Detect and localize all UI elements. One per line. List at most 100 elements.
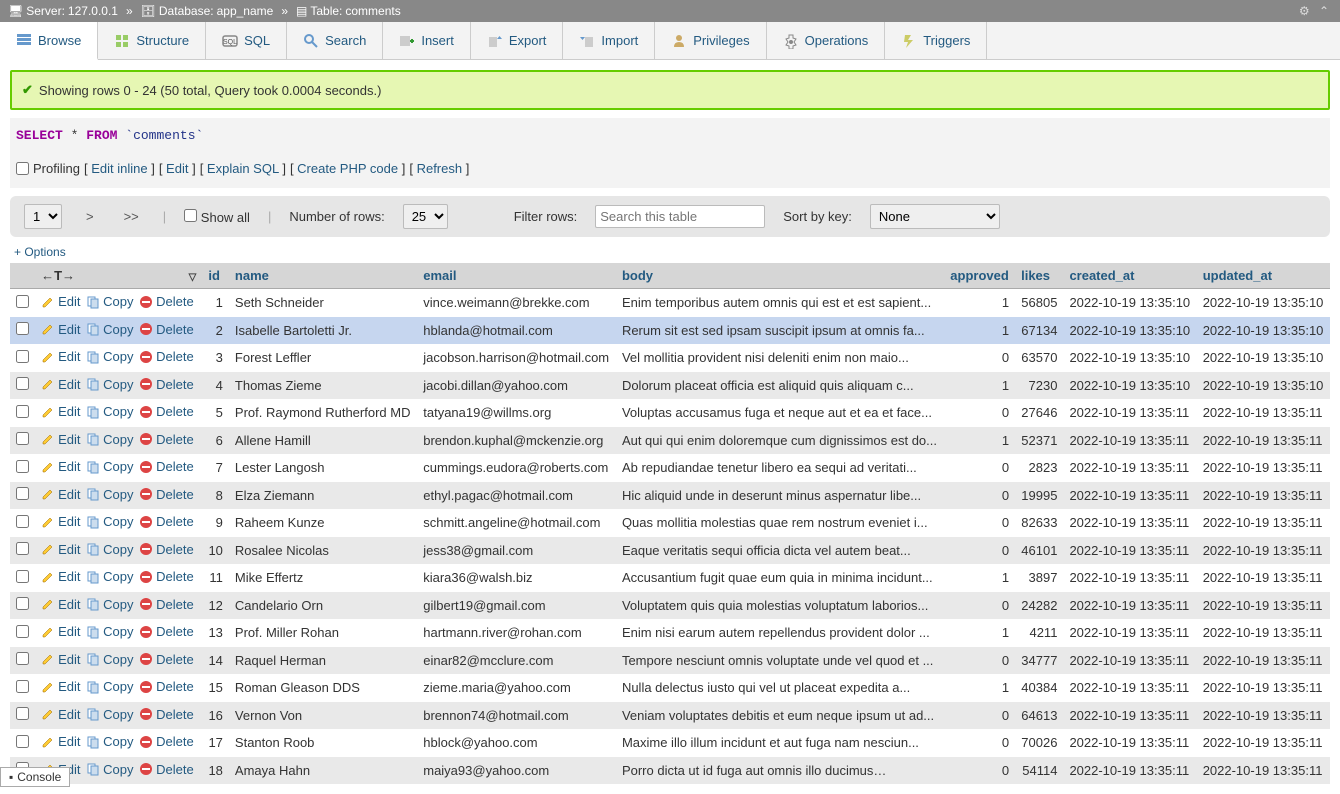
tab-triggers[interactable]: Triggers: [885, 22, 987, 59]
table-row[interactable]: Edit Copy Delete10Rosalee Nicolasjess38@…: [10, 537, 1330, 565]
create-php-link[interactable]: Create PHP code: [297, 161, 398, 176]
breadcrumb-database[interactable]: 🗄 Database: app_name: [141, 4, 274, 18]
row-checkbox[interactable]: [16, 432, 29, 445]
row-copy-link[interactable]: Copy: [86, 707, 133, 722]
page-select[interactable]: 1: [24, 204, 62, 229]
col-email[interactable]: email: [417, 263, 616, 289]
tab-import[interactable]: Import: [563, 22, 655, 59]
tab-search[interactable]: Search: [287, 22, 383, 59]
tab-browse[interactable]: Browse: [0, 22, 98, 60]
tab-sql[interactable]: SQLSQL: [206, 22, 287, 59]
col-body[interactable]: body: [616, 263, 944, 289]
table-row[interactable]: Edit Copy Delete1Seth Schneidervince.wei…: [10, 289, 1330, 317]
table-row[interactable]: Edit Copy Delete18Amaya Hahnmaiya93@yaho…: [10, 757, 1330, 785]
row-edit-link[interactable]: Edit: [41, 707, 80, 722]
row-copy-link[interactable]: Copy: [86, 432, 133, 447]
collapse-icon[interactable]: ⌃: [1316, 4, 1332, 18]
table-row[interactable]: Edit Copy Delete8Elza Ziemannethyl.pagac…: [10, 482, 1330, 510]
tab-structure[interactable]: Structure: [98, 22, 206, 59]
row-edit-link[interactable]: Edit: [41, 459, 80, 474]
row-copy-link[interactable]: Copy: [86, 404, 133, 419]
col-created-at[interactable]: created_at: [1063, 263, 1196, 289]
tab-operations[interactable]: Operations: [767, 22, 886, 59]
row-delete-link[interactable]: Delete: [139, 652, 194, 667]
row-delete-link[interactable]: Delete: [139, 597, 194, 612]
row-copy-link[interactable]: Copy: [86, 652, 133, 667]
table-row[interactable]: Edit Copy Delete6Allene Hamillbrendon.ku…: [10, 427, 1330, 455]
row-delete-link[interactable]: Delete: [139, 679, 194, 694]
breadcrumb-table[interactable]: ▤ Table: comments: [296, 4, 401, 18]
table-row[interactable]: Edit Copy Delete9Raheem Kunzeschmitt.ang…: [10, 509, 1330, 537]
row-copy-link[interactable]: Copy: [86, 624, 133, 639]
num-rows-select[interactable]: 25: [403, 204, 448, 229]
options-link[interactable]: + Options: [14, 245, 1330, 259]
edit-link[interactable]: Edit: [166, 161, 188, 176]
col-approved[interactable]: approved: [944, 263, 1015, 289]
tab-export[interactable]: Export: [471, 22, 564, 59]
table-row[interactable]: Edit Copy Delete2Isabelle Bartoletti Jr.…: [10, 317, 1330, 345]
row-copy-link[interactable]: Copy: [86, 322, 133, 337]
row-delete-link[interactable]: Delete: [139, 734, 194, 749]
row-checkbox[interactable]: [16, 707, 29, 720]
row-edit-link[interactable]: Edit: [41, 322, 80, 337]
console-footer[interactable]: ▪ Console: [0, 767, 70, 787]
col-likes[interactable]: likes: [1015, 263, 1063, 289]
row-checkbox[interactable]: [16, 487, 29, 500]
row-delete-link[interactable]: Delete: [139, 459, 194, 474]
col-updated-at[interactable]: updated_at: [1197, 263, 1330, 289]
row-copy-link[interactable]: Copy: [86, 734, 133, 749]
row-delete-link[interactable]: Delete: [139, 404, 194, 419]
row-copy-link[interactable]: Copy: [86, 514, 133, 529]
row-edit-link[interactable]: Edit: [41, 734, 80, 749]
col-id[interactable]: id: [202, 263, 229, 289]
row-copy-link[interactable]: Copy: [86, 487, 133, 502]
table-row[interactable]: Edit Copy Delete5Prof. Raymond Rutherfor…: [10, 399, 1330, 427]
row-edit-link[interactable]: Edit: [41, 679, 80, 694]
row-copy-link[interactable]: Copy: [86, 762, 133, 777]
table-row[interactable]: Edit Copy Delete7Lester Langoshcummings.…: [10, 454, 1330, 482]
row-checkbox[interactable]: [16, 625, 29, 638]
breadcrumb-server[interactable]: 🖥 Server: 127.0.0.1: [8, 4, 118, 18]
edit-inline-link[interactable]: Edit inline: [91, 161, 147, 176]
table-row[interactable]: Edit Copy Delete15Roman Gleason DDSzieme…: [10, 674, 1330, 702]
table-row[interactable]: Edit Copy Delete13Prof. Miller Rohanhart…: [10, 619, 1330, 647]
table-row[interactable]: Edit Copy Delete17Stanton Roobhblock@yah…: [10, 729, 1330, 757]
row-copy-link[interactable]: Copy: [86, 294, 133, 309]
table-row[interactable]: Edit Copy Delete4Thomas Ziemejacobi.dill…: [10, 372, 1330, 400]
row-checkbox[interactable]: [16, 515, 29, 528]
row-checkbox[interactable]: [16, 377, 29, 390]
row-checkbox[interactable]: [16, 680, 29, 693]
row-delete-link[interactable]: Delete: [139, 322, 194, 337]
row-checkbox[interactable]: [16, 405, 29, 418]
row-edit-link[interactable]: Edit: [41, 294, 80, 309]
row-delete-link[interactable]: Delete: [139, 542, 194, 557]
row-delete-link[interactable]: Delete: [139, 487, 194, 502]
row-delete-link[interactable]: Delete: [139, 377, 194, 392]
row-copy-link[interactable]: Copy: [86, 569, 133, 584]
table-row[interactable]: Edit Copy Delete14Raquel Hermaneinar82@m…: [10, 647, 1330, 675]
explain-sql-link[interactable]: Explain SQL: [207, 161, 279, 176]
row-checkbox[interactable]: [16, 597, 29, 610]
show-all-checkbox[interactable]: [184, 209, 197, 222]
table-row[interactable]: Edit Copy Delete11Mike Effertzkiara36@wa…: [10, 564, 1330, 592]
row-copy-link[interactable]: Copy: [86, 597, 133, 612]
next-page-button[interactable]: >: [80, 207, 100, 226]
row-checkbox[interactable]: [16, 542, 29, 555]
last-page-button[interactable]: >>: [118, 207, 145, 226]
row-checkbox[interactable]: [16, 295, 29, 308]
col-name[interactable]: name: [229, 263, 417, 289]
row-delete-link[interactable]: Delete: [139, 624, 194, 639]
row-checkbox[interactable]: [16, 652, 29, 665]
row-edit-link[interactable]: Edit: [41, 377, 80, 392]
row-delete-link[interactable]: Delete: [139, 762, 194, 777]
row-checkbox[interactable]: [16, 735, 29, 748]
table-row[interactable]: Edit Copy Delete3Forest Lefflerjacobson.…: [10, 344, 1330, 372]
row-checkbox[interactable]: [16, 350, 29, 363]
row-delete-link[interactable]: Delete: [139, 569, 194, 584]
table-row[interactable]: Edit Copy Delete12Candelario Orngilbert1…: [10, 592, 1330, 620]
table-row[interactable]: Edit Copy Delete16Vernon Vonbrennon74@ho…: [10, 702, 1330, 730]
row-copy-link[interactable]: Copy: [86, 679, 133, 694]
sort-by-key-select[interactable]: None: [870, 204, 1000, 229]
row-checkbox[interactable]: [16, 460, 29, 473]
row-edit-link[interactable]: Edit: [41, 597, 80, 612]
